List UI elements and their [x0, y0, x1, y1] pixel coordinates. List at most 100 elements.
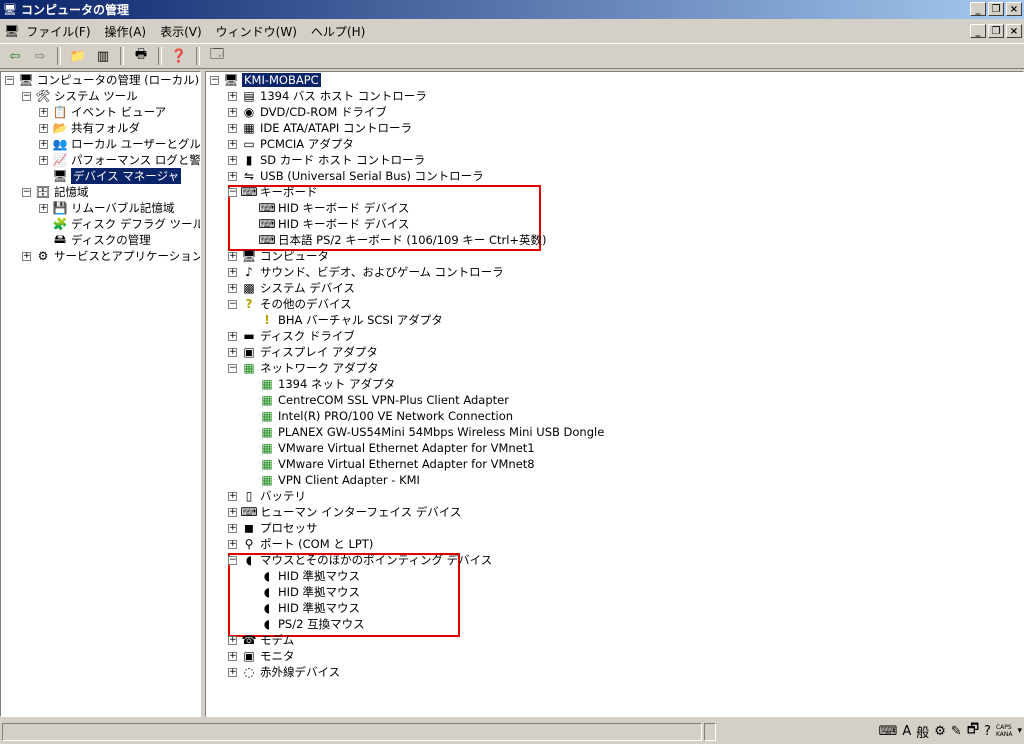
expand-icon[interactable]: + — [39, 139, 48, 149]
collapse-icon[interactable]: − — [5, 75, 14, 85]
tree-item[interactable]: + ⌨ ヒューマン インターフェイス デバイス — [228, 504, 461, 520]
menu-file[interactable]: ファイル(F) — [19, 23, 97, 40]
expand-icon[interactable]: + — [228, 667, 237, 677]
expand-icon[interactable]: + — [228, 283, 237, 293]
chevron-down-icon[interactable]: ▾ — [1017, 726, 1022, 736]
tree-item[interactable]: −? その他のデバイス — [228, 296, 352, 312]
tree-item[interactable]: + ◼ プロセッサ — [228, 520, 318, 536]
ime-kanji[interactable]: 般 — [916, 722, 929, 741]
ime-pad-icon[interactable]: 🗗 — [967, 720, 979, 742]
keyboard-icon[interactable]: ⌨ — [879, 724, 898, 739]
tree-item[interactable]: ! BHA バーチャル SCSI アダプタ — [246, 312, 443, 328]
tree-item[interactable]: + ☎ モデム — [228, 632, 294, 648]
collapse-icon[interactable]: − — [228, 555, 237, 565]
menu-action[interactable]: 操作(A) — [98, 23, 154, 40]
expand-icon[interactable]: + — [39, 107, 48, 117]
tree-item[interactable]: + ▣ ディスプレイ アダプタ — [228, 344, 378, 360]
minimize-button[interactable]: _ — [970, 2, 986, 16]
tree-item[interactable]: ◖ HID 準拠マウス — [246, 600, 360, 616]
tree-item[interactable]: ▦ 1394 ネット アダプタ — [246, 376, 395, 392]
tree-item[interactable]: − 🖥 KMI-MOBAPC — [210, 72, 321, 88]
tree-item[interactable]: + 📈 パフォーマンス ログと警告 — [39, 152, 200, 168]
expand-icon[interactable]: + — [228, 635, 237, 645]
expand-icon[interactable]: + — [228, 107, 237, 117]
expand-icon[interactable]: + — [228, 139, 237, 149]
expand-icon[interactable]: + — [39, 155, 48, 165]
collapse-icon[interactable]: − — [22, 187, 31, 197]
tree-item[interactable]: + ▣ モニタ — [228, 648, 295, 664]
expand-icon[interactable]: + — [228, 347, 237, 357]
mdi-restore-button[interactable]: ❐ — [988, 24, 1004, 38]
tree-item[interactable]: − 🛠 システム ツール — [22, 88, 138, 104]
tree-item[interactable]: + ♪ サウンド、ビデオ、およびゲーム コントローラ — [228, 264, 504, 280]
forward-icon[interactable]: ⇨ — [29, 46, 51, 66]
tree-item[interactable]: + 📋 イベント ビューア — [39, 104, 166, 120]
tree-item[interactable]: ⌨ HID キーボード デバイス — [246, 216, 409, 232]
tree-item[interactable]: + ▩ システム デバイス — [228, 280, 355, 296]
collapse-icon[interactable]: − — [22, 91, 31, 101]
tree-item[interactable]: ▦ CentreCOM SSL VPN-Plus Client Adapter — [246, 392, 509, 408]
expand-icon[interactable]: + — [228, 651, 237, 661]
expand-icon[interactable]: + — [228, 491, 237, 501]
tree-item[interactable]: + ▦ IDE ATA/ATAPI コントローラ — [228, 120, 412, 136]
collapse-icon[interactable]: − — [210, 75, 219, 85]
tree-item[interactable]: + 📂 共有フォルダ — [39, 120, 140, 136]
console-tree-pane[interactable]: − 🖥 コンピュータの管理 (ローカル) − 🛠 システム ツール + 📋 イベント ビューア +… — [0, 71, 201, 717]
expand-icon[interactable]: + — [22, 251, 31, 261]
expand-icon[interactable]: + — [228, 123, 237, 133]
menu-window[interactable]: ウィンドウ(W) — [209, 23, 304, 40]
pen-icon[interactable]: ✎ — [951, 724, 962, 739]
tree-item[interactable]: 🖴 ディスクの管理 — [39, 232, 151, 248]
expand-icon[interactable]: + — [39, 123, 48, 133]
print-icon[interactable]: 🖶 — [130, 46, 152, 66]
tree-item[interactable]: + ⚙ サービスとアプリケーション — [22, 248, 200, 264]
tree-item[interactable]: + ⇋ USB (Universal Serial Bus) コントローラ — [228, 168, 484, 184]
show-hide-tree-icon[interactable]: ▥ — [92, 46, 114, 66]
tree-item[interactable]: 🖥 デバイス マネージャ — [39, 168, 182, 184]
tree-item[interactable]: + 👥ローカル ユーザーとグループ — [39, 136, 200, 152]
mdi-close-button[interactable]: × — [1006, 24, 1022, 38]
ime-options-icon[interactable]: ⚙ — [934, 724, 946, 739]
tree-item[interactable]: ▦ PLANEX GW-US54Mini 54Mbps Wireless Mini… — [246, 424, 604, 440]
tree-item[interactable]: ◖ PS/2 互換マウス — [246, 616, 365, 632]
expand-icon[interactable]: + — [228, 91, 237, 101]
help-icon[interactable]: ❓ — [168, 46, 190, 66]
collapse-icon[interactable]: − — [228, 187, 237, 197]
expand-icon[interactable]: + — [228, 331, 237, 341]
collapse-icon[interactable]: − — [228, 299, 237, 309]
tree-item[interactable]: + ◉ DVD/CD-ROM ドライブ — [228, 104, 387, 120]
tree-item[interactable]: − 🖥 コンピュータの管理 (ローカル) — [5, 72, 199, 88]
tree-item[interactable]: − ⌨ キーボード — [228, 184, 318, 200]
collapse-icon[interactable]: − — [228, 363, 237, 373]
expand-icon[interactable]: + — [228, 251, 237, 261]
tree-item[interactable]: ▦ VPN Client Adapter - KMI — [246, 472, 420, 488]
tree-item[interactable]: + ⚲ ポート (COM と LPT) — [228, 536, 373, 552]
back-icon[interactable]: ⇦ — [4, 46, 26, 66]
properties-icon[interactable]: 🗔 — [206, 46, 228, 66]
tree-item[interactable]: ◖ HID 準拠マウス — [246, 568, 360, 584]
tree-item[interactable]: + ▤ 1394 バス ホスト コントローラ — [228, 88, 427, 104]
device-tree-pane[interactable]: − 🖥 KMI-MOBAPC + ▤ 1394 バス ホスト コントローラ + ◉ DVD/CD… — [205, 71, 1024, 717]
tree-item[interactable]: ⌨ HID キーボード デバイス — [246, 200, 409, 216]
tree-item[interactable]: + ▭ PCMCIA アダプタ — [228, 136, 354, 152]
menu-help[interactable]: ヘルプ(H) — [304, 23, 372, 40]
restore-button[interactable]: ❐ — [988, 2, 1004, 16]
tree-item[interactable]: ▦ Intel(R) PRO/100 VE Network Connection — [246, 408, 513, 424]
tree-item[interactable]: + ▮ SD カード ホスト コントローラ — [228, 152, 425, 168]
tree-item[interactable]: + ◌ 赤外線デバイス — [228, 664, 340, 680]
tree-item[interactable]: ◖ HID 準拠マウス — [246, 584, 360, 600]
expand-icon[interactable]: + — [228, 171, 237, 181]
ime-help-icon[interactable]: ? — [984, 724, 991, 739]
expand-icon[interactable]: + — [228, 155, 237, 165]
close-button[interactable]: × — [1006, 2, 1022, 16]
tree-item[interactable]: − ▦ ネットワーク アダプタ — [228, 360, 379, 376]
tree-item[interactable]: ⌨ 日本語 PS/2 キーボード (106/109 キー Ctrl+英数) — [246, 232, 546, 248]
ime-mode[interactable]: A — [902, 724, 911, 739]
expand-icon[interactable]: + — [228, 267, 237, 277]
up-folder-icon[interactable]: 📁 — [67, 46, 89, 66]
expand-icon[interactable]: + — [228, 507, 237, 517]
expand-icon[interactable]: + — [39, 203, 48, 213]
tree-item[interactable]: + 🖥 コンピュータ — [228, 248, 329, 264]
tree-item[interactable]: − ◖ マウスとそのほかのポインティング デバイス — [228, 552, 492, 568]
tree-item[interactable]: + ▯ バッテリ — [228, 488, 306, 504]
